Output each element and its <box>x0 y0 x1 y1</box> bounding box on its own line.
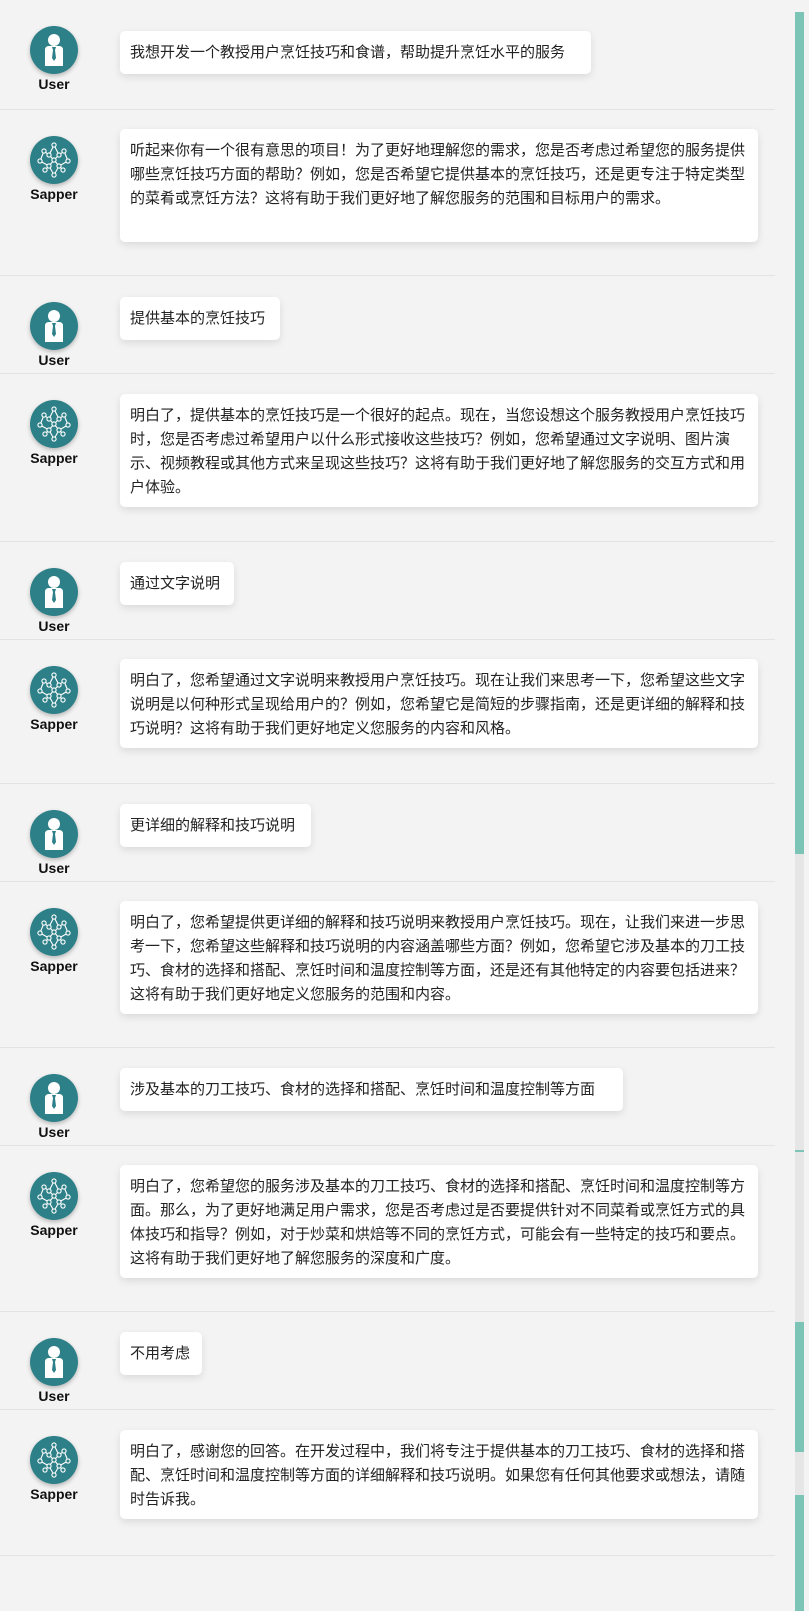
message-bubble: 明白了，感谢您的回答。在开发过程中，我们将专注于提供基本的刀工技巧、食材的选择和… <box>120 1430 758 1519</box>
scrollbar-thumb-segment <box>795 1495 804 1611</box>
message-bubble: 明白了，您希望通过文字说明来教授用户烹饪技巧。现在让我们来思考一下，您希望这些文… <box>120 659 758 748</box>
sender-name: Sapper <box>30 1222 78 1238</box>
sender-name: User <box>38 1124 70 1140</box>
sapper-message: Sapper 明白了，提供基本的烹饪技巧是一个很好的起点。现在，当您设想这个服务教… <box>0 374 775 542</box>
user-avatar-icon <box>30 568 78 616</box>
sapper-avatar-icon <box>30 400 78 448</box>
sender-name: Sapper <box>30 450 78 466</box>
user-avatar-icon <box>30 1338 78 1386</box>
user-message: User 不用考虑 <box>0 1312 775 1410</box>
sapper-message: Sapper 明白了，您希望通过文字说明来教授用户烹饪技巧。现在让我们来思考一下，… <box>0 640 775 784</box>
message-bubble: 明白了，您希望您的服务涉及基本的刀工技巧、食材的选择和搭配、烹饪时间和温度控制等… <box>120 1165 758 1278</box>
sapper-avatar-icon <box>30 1172 78 1220</box>
user-message: User 通过文字说明 <box>0 542 775 640</box>
message-bubble: 我想开发一个教授用户烹饪技巧和食谱，帮助提升烹饪水平的服务 <box>120 31 591 74</box>
message-bubble: 涉及基本的刀工技巧、食材的选择和搭配、烹饪时间和温度控制等方面 <box>120 1068 623 1111</box>
sapper-message: Sapper 明白了，您希望提供更详细的解释和技巧说明来教授用户烹饪技巧。现在，让… <box>0 882 775 1048</box>
user-avatar-icon <box>30 302 78 350</box>
sender-name: User <box>38 352 70 368</box>
sapper-message: Sapper 听起来你有一个很有意思的项目！为了更好地理解您的需求，您是否考虑过希… <box>0 110 775 276</box>
message-bubble: 明白了，提供基本的烹饪技巧是一个很好的起点。现在，当您设想这个服务教授用户烹饪技… <box>120 394 758 507</box>
sapper-message: Sapper 明白了，感谢您的回答。在开发过程中，我们将专注于提供基本的刀工技巧、… <box>0 1410 775 1556</box>
scrollbar[interactable] <box>795 12 804 1611</box>
sender-name: User <box>38 1388 70 1404</box>
user-avatar-icon <box>30 26 78 74</box>
message-bubble: 通过文字说明 <box>120 562 234 605</box>
sapper-avatar-icon <box>30 908 78 956</box>
scrollbar-thumb[interactable] <box>795 12 804 854</box>
message-bubble: 更详细的解释和技巧说明 <box>120 804 311 847</box>
scrollbar-thumb-segment <box>795 1322 804 1452</box>
sender-name: Sapper <box>30 958 78 974</box>
chat-transcript: User 我想开发一个教授用户烹饪技巧和食谱，帮助提升烹饪水平的服务 Sapper 听… <box>0 0 795 1611</box>
message-bubble: 提供基本的烹饪技巧 <box>120 297 280 340</box>
sapper-message: Sapper 明白了，您希望您的服务涉及基本的刀工技巧、食材的选择和搭配、烹饪时间… <box>0 1146 775 1312</box>
sapper-avatar-icon <box>30 136 78 184</box>
sender-name: User <box>38 618 70 634</box>
sender-name: User <box>38 860 70 876</box>
sapper-avatar-icon <box>30 1436 78 1484</box>
message-bubble: 不用考虑 <box>120 1332 202 1375</box>
user-message: User 提供基本的烹饪技巧 <box>0 276 775 374</box>
sender-name: Sapper <box>30 1486 78 1502</box>
user-avatar-icon <box>30 810 78 858</box>
user-message: User 我想开发一个教授用户烹饪技巧和食谱，帮助提升烹饪水平的服务 <box>0 0 775 110</box>
message-bubble: 听起来你有一个很有意思的项目！为了更好地理解您的需求，您是否考虑过希望您的服务提… <box>120 129 758 242</box>
message-bubble: 明白了，您希望提供更详细的解释和技巧说明来教授用户烹饪技巧。现在，让我们来进一步… <box>120 901 758 1014</box>
sender-name: User <box>38 76 70 92</box>
sender-name: Sapper <box>30 186 78 202</box>
user-message: User 涉及基本的刀工技巧、食材的选择和搭配、烹饪时间和温度控制等方面 <box>0 1048 775 1146</box>
sapper-avatar-icon <box>30 666 78 714</box>
user-message: User 更详细的解释和技巧说明 <box>0 784 775 882</box>
scrollbar-thumb-segment <box>795 1150 804 1152</box>
user-avatar-icon <box>30 1074 78 1122</box>
sender-name: Sapper <box>30 716 78 732</box>
